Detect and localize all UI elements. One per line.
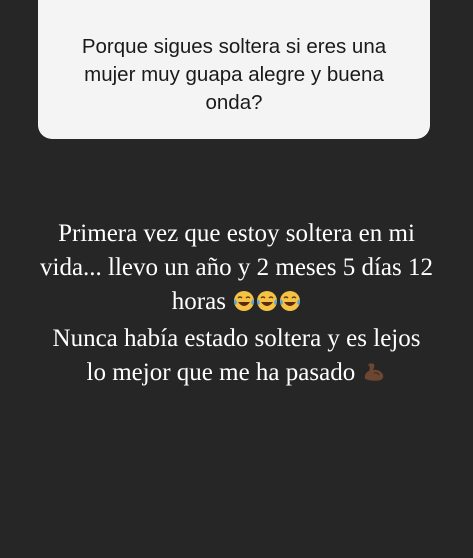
answer-line-3-row: horas bbox=[0, 285, 473, 322]
answer-line-5-row: lo mejor que me ha pasado bbox=[0, 356, 473, 393]
laughing-tears-emoji bbox=[279, 288, 301, 322]
laughing-tears-emoji bbox=[256, 288, 278, 322]
laughing-tears-emoji bbox=[233, 288, 255, 322]
answer-line-4: Nunca había estado soltera y es lejos bbox=[52, 325, 421, 352]
answer-line-1: Primera vez que estoy soltera en mi bbox=[58, 220, 415, 247]
answer-line-3: horas bbox=[171, 288, 226, 315]
question-text: Porque sigues soltera si eres una mujer … bbox=[81, 35, 387, 114]
answer-line-5: lo mejor que me ha pasado bbox=[86, 359, 356, 386]
flexed-biceps-emoji bbox=[362, 359, 386, 393]
answer-line-2: vida... llevo un año y 2 meses 5 días 12 bbox=[40, 254, 433, 281]
question-sticker: Porque sigues soltera si eres una mujer … bbox=[38, 0, 430, 139]
story-answer-text: Primera vez que estoy soltera en mi vida… bbox=[0, 217, 473, 393]
